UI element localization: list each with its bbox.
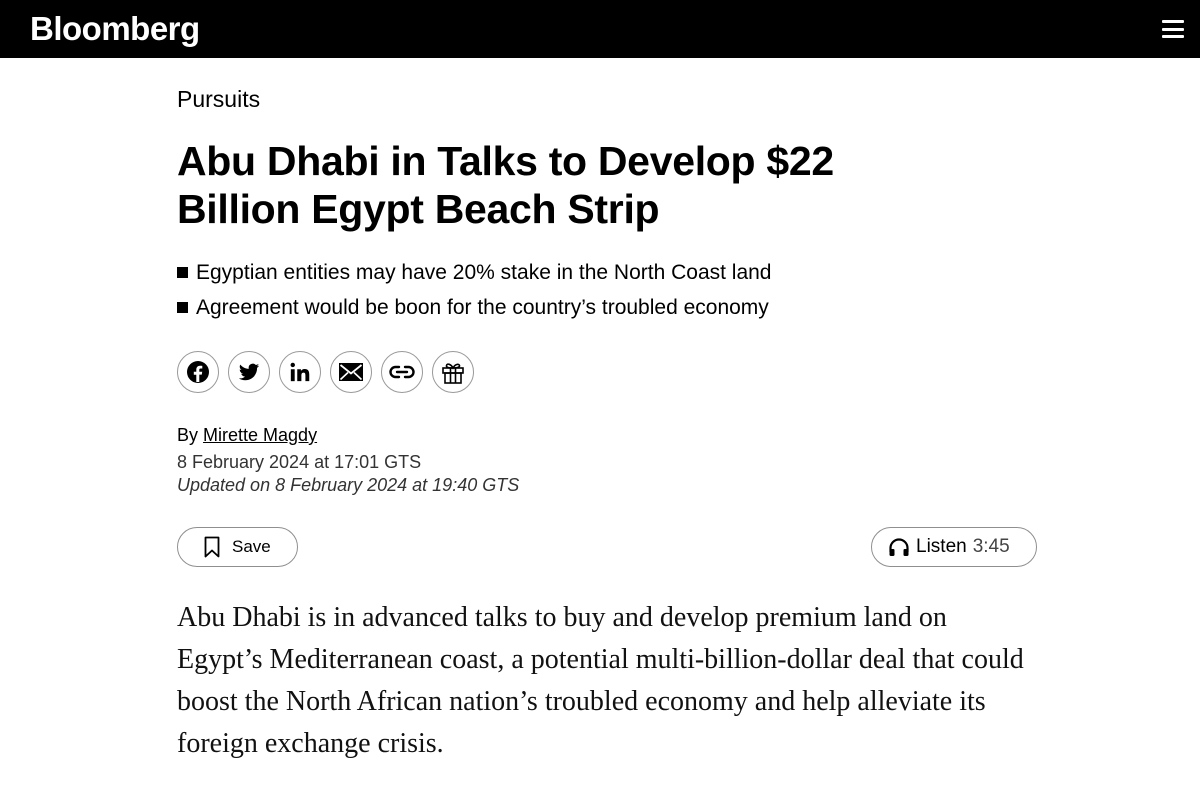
headphones-icon <box>889 538 909 556</box>
linkedin-share-button[interactable] <box>279 351 321 393</box>
summary-bullet: Egyptian entities may have 20% stake in … <box>177 255 1037 290</box>
linkedin-icon <box>290 362 310 382</box>
email-icon <box>339 363 363 381</box>
twitter-share-button[interactable] <box>228 351 270 393</box>
bookmark-icon <box>204 536 220 558</box>
copy-link-button[interactable] <box>381 351 423 393</box>
author-link[interactable]: Mirette Magdy <box>203 425 317 445</box>
summary-bullet: Agreement would be boon for the country’… <box>177 290 1037 325</box>
share-bar <box>177 351 1037 393</box>
listen-button[interactable]: Listen 3:45 <box>871 527 1037 567</box>
byline: By Mirette Magdy <box>177 425 1037 446</box>
save-label: Save <box>232 537 271 556</box>
listen-label: Listen <box>916 536 967 557</box>
article-body-paragraph: Abu Dhabi is in advanced talks to buy an… <box>177 602 1024 759</box>
summary-bullet-text: Agreement would be boon for the country’… <box>196 296 769 319</box>
save-button[interactable]: Save <box>177 527 298 567</box>
twitter-icon <box>238 363 260 381</box>
article-dates: 8 February 2024 at 17:01 GTS Updated on … <box>177 451 1037 497</box>
summary-bullet-text: Egyptian entities may have 20% stake in … <box>196 261 772 284</box>
hamburger-icon[interactable] <box>1162 20 1184 38</box>
updated-date: Updated on 8 February 2024 at 19:40 GTS <box>177 475 520 495</box>
gift-article-button[interactable] <box>432 351 474 393</box>
byline-prefix: By <box>177 425 199 445</box>
article: Pursuits Abu Dhabi in Talks to Develop $… <box>177 86 1037 765</box>
bullet-square-icon <box>177 267 188 278</box>
facebook-share-button[interactable] <box>177 351 219 393</box>
article-summary: Egyptian entities may have 20% stake in … <box>177 255 1037 325</box>
article-headline: Abu Dhabi in Talks to Develop $22 Billio… <box>177 138 834 232</box>
bullet-square-icon <box>177 302 188 313</box>
published-date: 8 February 2024 at 17:01 GTS <box>177 452 422 472</box>
bloomberg-logo[interactable]: Bloomberg <box>30 10 200 48</box>
top-nav-bar: Bloomberg <box>0 0 1200 58</box>
listen-duration: 3:45 <box>972 536 1010 557</box>
facebook-icon <box>187 361 209 383</box>
article-actions: Save Listen 3:45 <box>177 527 1037 569</box>
link-icon <box>389 365 415 379</box>
section-kicker[interactable]: Pursuits <box>177 86 1037 113</box>
email-share-button[interactable] <box>330 351 372 393</box>
gift-icon <box>442 363 464 384</box>
